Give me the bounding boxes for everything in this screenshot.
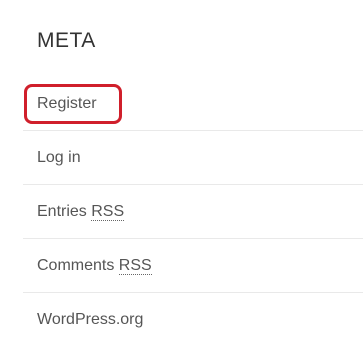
rss-abbr: RSS <box>118 257 152 275</box>
rss-abbr: RSS <box>91 203 125 221</box>
list-item-comments-rss: Comments RSS <box>23 239 363 293</box>
meta-widget: META Register Log in Entries RSS Comment… <box>0 0 363 347</box>
entries-rss-label: Entries <box>37 203 92 220</box>
list-item-register: Register <box>23 77 363 131</box>
list-item-wordpress-org: WordPress.org <box>23 293 363 347</box>
list-item-entries-rss: Entries RSS <box>23 185 363 239</box>
entries-rss-link[interactable]: Entries RSS <box>37 202 125 222</box>
login-link[interactable]: Log in <box>37 148 81 168</box>
register-link[interactable]: Register <box>37 94 97 114</box>
wordpress-org-link[interactable]: WordPress.org <box>37 310 143 330</box>
list-item-login: Log in <box>23 131 363 185</box>
widget-title: META <box>37 29 96 52</box>
comments-rss-label: Comments <box>37 257 119 274</box>
meta-links-list: Register Log in Entries RSS Comments RSS… <box>23 77 363 347</box>
comments-rss-link[interactable]: Comments RSS <box>37 256 152 276</box>
